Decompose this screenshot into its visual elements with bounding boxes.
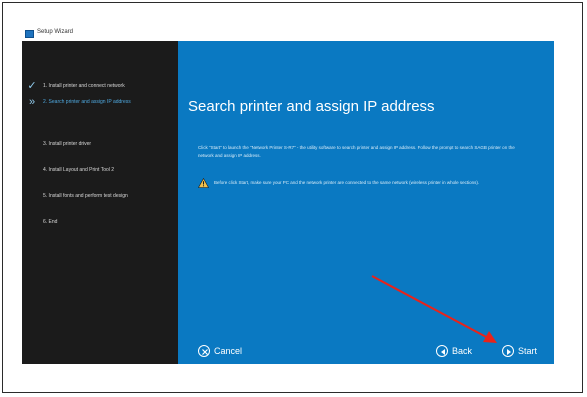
step-search-printer: » 2. Search printer and assign IP addres… <box>22 95 178 109</box>
step-install-layout-tool: 4. Install Layout and Print Tool 2 <box>22 163 178 177</box>
app-icon <box>25 30 34 38</box>
step-install-printer: ✓ 1. Install printer and connect network <box>22 79 178 93</box>
window-title: Setup Wizard <box>37 29 74 35</box>
start-label: Start <box>518 346 538 356</box>
back-icon <box>436 345 448 357</box>
title-bar: Setup Wizard <box>22 27 554 42</box>
step-label: 5. Install fonts and perform test design <box>43 193 128 199</box>
step-install-driver: 3. Install printer driver <box>22 137 178 151</box>
setup-wizard-window: Setup Wizard ✓ 1. Install printer and co… <box>22 27 554 364</box>
current-step-arrow-icon: » <box>28 96 36 108</box>
checkmark-icon: ✓ <box>27 80 37 92</box>
warning-icon <box>198 178 209 188</box>
page-title: Search printer and assign IP address <box>188 98 435 115</box>
instructions-text: Click "Start" to launch the "Network Pri… <box>198 145 515 158</box>
back-label: Back <box>452 346 473 356</box>
start-icon <box>502 345 514 357</box>
step-label: 4. Install Layout and Print Tool 2 <box>43 167 115 173</box>
step-label: 3. Install printer driver <box>43 141 92 147</box>
step-end: 6. End <box>22 215 178 229</box>
step-label: 2. Search printer and assign IP address <box>43 99 131 105</box>
main-content: Search printer and assign IP address Cli… <box>178 41 554 364</box>
step-label: 6. End <box>43 219 58 225</box>
cancel-icon <box>198 345 210 357</box>
steps-sidebar: ✓ 1. Install printer and connect network… <box>22 41 178 364</box>
step-install-fonts: 5. Install fonts and perform test design <box>22 189 178 203</box>
step-label: 1. Install printer and connect network <box>43 83 125 89</box>
warning-text: Before click Start, make sure your PC an… <box>214 180 480 185</box>
start-button[interactable]: Start <box>502 345 550 359</box>
back-button[interactable]: Back <box>436 345 486 359</box>
cancel-label: Cancel <box>214 346 243 356</box>
cancel-button[interactable]: Cancel <box>198 345 258 359</box>
